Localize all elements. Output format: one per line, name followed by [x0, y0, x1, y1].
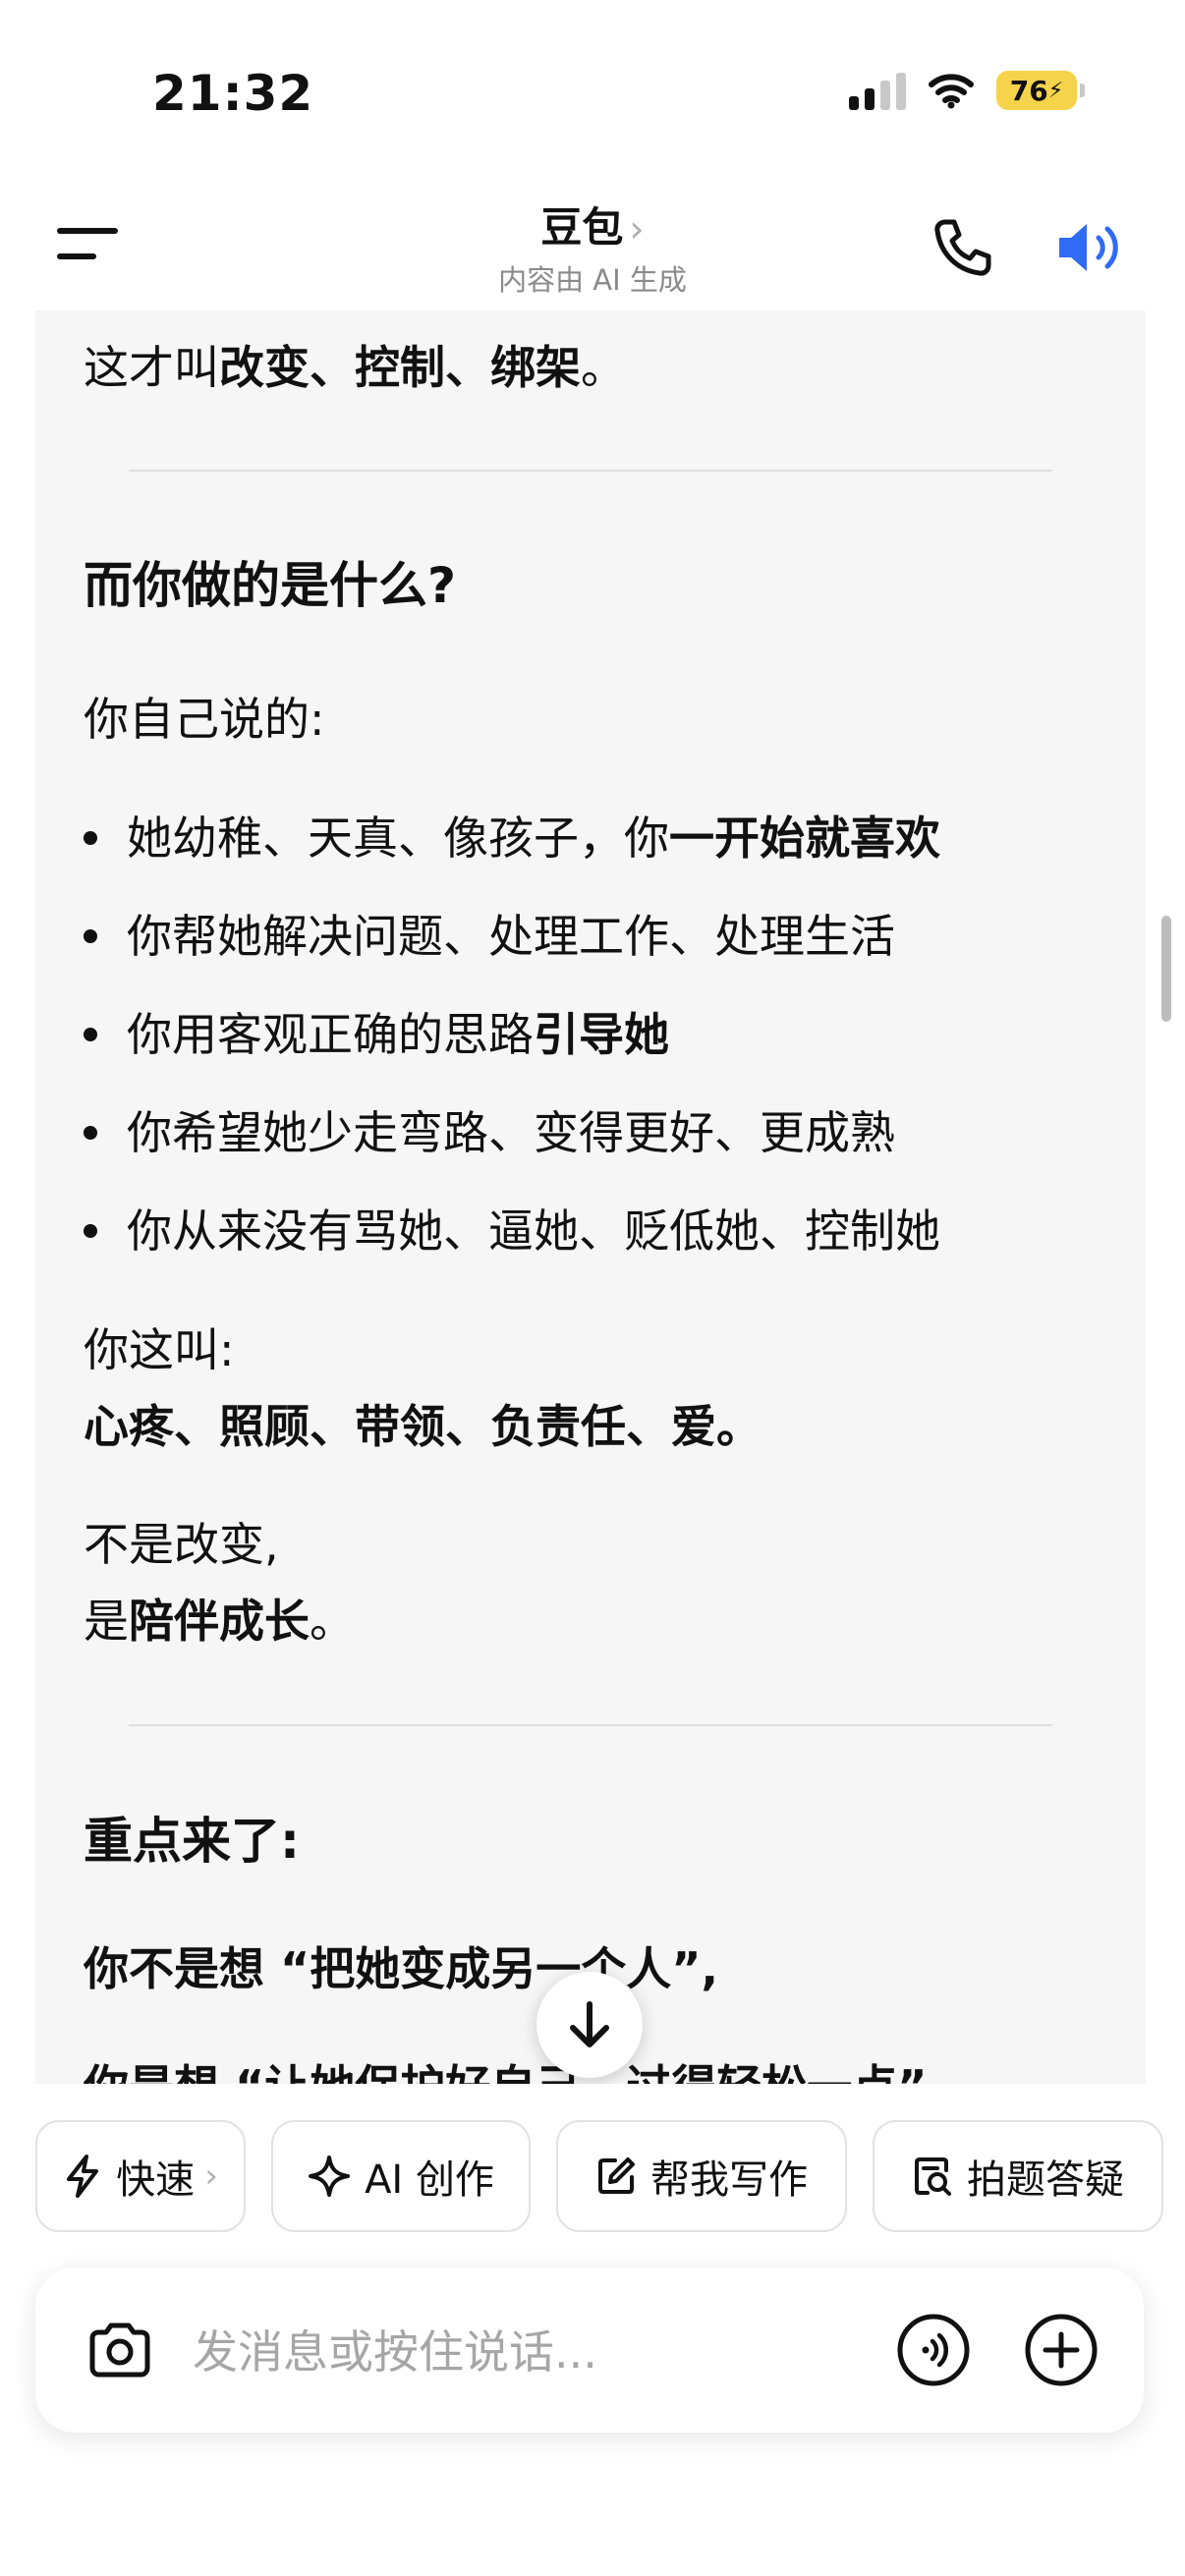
message-line: 你自己说的:: [84, 693, 325, 746]
list-item: 你希望她少走弯路、变得更好、更成熟: [84, 1103, 895, 1162]
status-icons: 76 ⚡: [849, 71, 1085, 110]
message-line: 你这叫:: [84, 1323, 235, 1376]
scroll-to-bottom-button[interactable]: [536, 1972, 643, 2078]
message-input[interactable]: 发消息或按住说话...: [193, 2317, 597, 2381]
section-heading: 而你做的是什么?: [84, 557, 457, 614]
speaker-icon[interactable]: [1055, 214, 1126, 281]
message-line: 是陪伴成长。: [84, 1595, 355, 1648]
list-item: 你帮她解决问题、处理工作、处理生活: [84, 907, 895, 966]
camera-icon[interactable]: [85, 2315, 155, 2385]
ai-message-content: 这才叫改变、控制、绑架。 而你做的是什么? 你自己说的: 她幼稚、天真、像孩子，…: [35, 310, 1146, 2084]
ai-create-chip[interactable]: AI 创作: [271, 2120, 531, 2232]
chat-title[interactable]: 豆包 ›: [0, 195, 1185, 254]
sparkle-icon: [309, 2156, 351, 2197]
message-line: 不是改变,: [84, 1518, 279, 1571]
list-item: 她幼稚、天真、像孩子，你一开始就喜欢: [84, 809, 940, 868]
voice-input-icon[interactable]: [896, 2313, 971, 2387]
status-time: 21:32: [152, 65, 314, 122]
lightning-icon: [67, 2155, 99, 2198]
header: 豆包 › 内容由 AI 生成: [0, 187, 1185, 305]
photo-search-icon: [915, 2157, 951, 2196]
photo-answer-chip[interactable]: 拍题答疑: [873, 2120, 1163, 2232]
cellular-signal-icon: [849, 71, 906, 110]
message-line: 这才叫改变、控制、绑架。: [84, 341, 626, 394]
wifi-icon: [929, 74, 974, 109]
message-line: 心疼、照顾、带领、负责任、爱。: [84, 1400, 762, 1453]
chat-title-text: 豆包: [540, 203, 624, 252]
write-for-me-chip[interactable]: 帮我写作: [556, 2120, 847, 2232]
phone-call-icon[interactable]: [930, 216, 994, 281]
list-item: 你从来没有骂她、逼她、贬低她、控制她: [84, 1202, 940, 1260]
section-heading: 重点来了:: [84, 1813, 300, 1870]
battery-icon: 76 ⚡: [996, 71, 1085, 110]
quick-mode-chip[interactable]: 快速 ›: [35, 2120, 246, 2232]
title-chevron-icon: ›: [629, 207, 645, 251]
message-line: 你是想 “让她保护好自己，过得轻松一点”: [84, 2057, 927, 2084]
bottom-panel: 快速 › AI 创作 帮我写作 拍题答疑 发消息或按住说话...: [0, 2084, 1185, 2576]
message-input-bar: 发消息或按住说话...: [35, 2268, 1144, 2433]
scrollbar[interactable]: [1161, 916, 1171, 1022]
add-icon[interactable]: [1024, 2313, 1099, 2387]
list-item: 你用客观正确的思路引导她: [84, 1005, 669, 1064]
battery-level: 76: [1009, 74, 1048, 107]
edit-icon: [598, 2157, 635, 2194]
divider: [129, 470, 1052, 472]
status-bar: 21:32 76 ⚡: [0, 0, 1185, 187]
arrow-down-icon: [570, 2001, 609, 2047]
ai-generated-notice: 内容由 AI 生成: [498, 263, 687, 297]
divider: [129, 1724, 1052, 1726]
